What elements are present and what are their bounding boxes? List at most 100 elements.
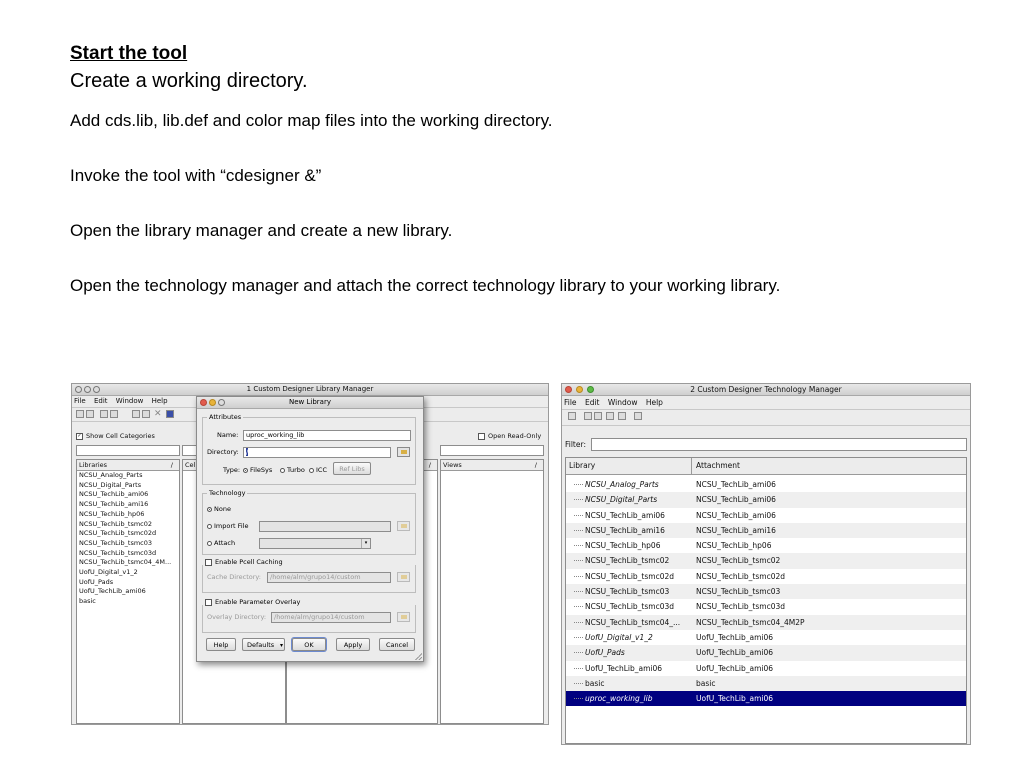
view-icon[interactable] — [166, 410, 174, 418]
save-icon[interactable] — [86, 410, 94, 418]
library-column-header[interactable]: Library — [569, 458, 595, 474]
type-filesys-radio[interactable]: FileSys — [243, 466, 272, 475]
directory-label: Directory: — [207, 448, 239, 456]
table-row[interactable]: UofU_Pads UofU_TechLib_ami06 — [566, 645, 966, 661]
menu-help[interactable]: Help — [646, 398, 663, 407]
list-item[interactable]: NCSU_TechLib_tsmc02d — [77, 529, 179, 539]
defaults-button[interactable]: Defaults ▾ — [242, 638, 285, 651]
list-item[interactable]: NCSU_TechLib_tsmc04_4M... — [77, 558, 179, 568]
table-row[interactable]: NCSU_Digital_Parts NCSU_TechLib_ami06 — [566, 492, 966, 508]
delete-icon[interactable]: ✕ — [154, 410, 162, 419]
list-item[interactable]: NCSU_TechLib_ami16 — [77, 500, 179, 510]
table-row[interactable]: NCSU_TechLib_tsmc02 NCSU_TechLib_tsmc02 — [566, 553, 966, 569]
list-item[interactable]: NCSU_TechLib_tsmc03 — [77, 539, 179, 549]
library-filter-input[interactable] — [76, 445, 180, 456]
name-input[interactable]: uproc_working_lib — [243, 430, 411, 441]
ok-button[interactable]: OK — [292, 638, 326, 651]
list-item[interactable]: NCSU_Digital_Parts — [77, 481, 179, 491]
tech-attach-radio[interactable]: Attach — [207, 539, 235, 548]
list-item[interactable]: NCSU_TechLib_hp06 — [77, 510, 179, 520]
minimize-icon[interactable] — [84, 386, 91, 393]
menu-help[interactable]: Help — [152, 397, 168, 405]
libraries-panel: Libraries / NCSU_Analog_Parts NCSU_Digital… — [76, 459, 180, 724]
menu-edit[interactable]: Edit — [585, 398, 600, 407]
views-header[interactable]: Views / — [441, 460, 543, 471]
type-turbo-radio[interactable]: Turbo — [280, 466, 305, 475]
cache-directory-input[interactable]: /home/alm/grupo14/custom — [267, 572, 391, 583]
close-icon[interactable] — [200, 399, 207, 406]
library-cell: NCSU_TechLib_tsmc03 — [585, 587, 670, 597]
open-read-only-checkbox[interactable]: Open Read-Only — [478, 432, 541, 441]
libraries-header[interactable]: Libraries / — [77, 460, 179, 471]
list-item[interactable]: UofU_TechLib_ami06 — [77, 587, 179, 597]
menu-window[interactable]: Window — [116, 397, 144, 405]
table-row[interactable]: uproc_working_lib UofU_TechLib_ami06 — [566, 691, 966, 707]
minimize-icon[interactable] — [209, 399, 216, 406]
list-item[interactable]: NCSU_TechLib_tsmc02 — [77, 520, 179, 530]
attach-select[interactable]: ▾ — [259, 538, 371, 549]
directory-input[interactable]: / — [243, 447, 391, 458]
overlay-folder-icon[interactable] — [397, 612, 410, 622]
maximize-icon[interactable] — [218, 399, 225, 406]
close-icon[interactable] — [565, 386, 572, 393]
list-item[interactable]: NCSU_TechLib_tsmc03d — [77, 549, 179, 559]
radio-selected-icon — [243, 467, 248, 473]
rename-icon[interactable] — [142, 410, 150, 418]
new-icon[interactable] — [76, 410, 84, 418]
paste-icon[interactable] — [594, 412, 602, 420]
list-item[interactable]: NCSU_TechLib_ami06 — [77, 490, 179, 500]
table-row[interactable]: UofU_TechLib_ami06 UofU_TechLib_ami06 — [566, 661, 966, 676]
filter-input[interactable] — [591, 438, 967, 451]
edit-icon[interactable] — [110, 410, 118, 418]
list-item[interactable]: UofU_Pads — [77, 578, 179, 588]
attachment-column-header[interactable]: Attachment — [696, 458, 740, 474]
minimize-icon[interactable] — [576, 386, 583, 393]
type-icc-radio[interactable]: ICC — [309, 466, 327, 475]
list-item[interactable]: NCSU_Analog_Parts — [77, 471, 179, 481]
copy-icon[interactable] — [132, 410, 140, 418]
info-icon[interactable] — [634, 412, 642, 420]
attach-icon[interactable] — [606, 412, 614, 420]
list-item[interactable]: basic — [77, 597, 179, 607]
open-icon[interactable] — [100, 410, 108, 418]
view-filter-input[interactable] — [440, 445, 544, 456]
help-button[interactable]: Help — [206, 638, 236, 651]
menu-edit[interactable]: Edit — [94, 397, 108, 405]
cache-folder-icon[interactable] — [397, 572, 410, 582]
table-row[interactable]: NCSU_TechLib_tsmc02d NCSU_TechLib_tsmc02d — [566, 569, 966, 584]
table-row[interactable]: NCSU_Analog_Parts NCSU_TechLib_ami06 — [566, 477, 966, 492]
save-icon[interactable] — [568, 412, 576, 420]
maximize-icon[interactable] — [93, 386, 100, 393]
import-folder-icon[interactable] — [397, 521, 410, 531]
browse-folder-icon[interactable] — [397, 447, 410, 457]
attachment-cell: UofU_TechLib_ami06 — [696, 694, 774, 704]
table-row[interactable]: NCSU_TechLib_ami16 NCSU_TechLib_ami16 — [566, 522, 966, 539]
table-row[interactable]: UofU_Digital_v1_2 UofU_TechLib_ami06 — [566, 630, 966, 645]
tech-none-radio[interactable]: None — [207, 505, 231, 514]
maximize-icon[interactable] — [587, 386, 594, 393]
table-row[interactable]: NCSU_TechLib_tsmc04_... NCSU_TechLib_tsmc… — [566, 614, 966, 630]
ref-libs-button[interactable]: Ref Libs — [333, 462, 371, 475]
defaults-label: Defaults — [247, 641, 275, 649]
list-item[interactable]: UofU_Digital_v1_2 — [77, 568, 179, 578]
tech-none-label: None — [214, 505, 231, 513]
menu-file[interactable]: File — [564, 398, 577, 407]
menu-window[interactable]: Window — [608, 398, 638, 407]
menu-file[interactable]: File — [74, 397, 86, 405]
apply-button[interactable]: Apply — [336, 638, 370, 651]
table-row[interactable]: NCSU_TechLib_hp06 NCSU_TechLib_hp06 — [566, 538, 966, 553]
cancel-button[interactable]: Cancel — [379, 638, 415, 651]
tech-import-radio[interactable]: Import File — [207, 522, 249, 531]
close-icon[interactable] — [75, 386, 82, 393]
show-cell-categories-checkbox[interactable]: ✓ Show Cell Categories — [76, 432, 155, 441]
resize-grip-icon[interactable] — [415, 653, 422, 660]
copy-icon[interactable] — [584, 412, 592, 420]
libraries-list: NCSU_Analog_Parts NCSU_Digital_Parts NCSU_… — [77, 471, 179, 607]
overlay-directory-input[interactable]: /home/alm/grupo14/custom — [271, 612, 391, 623]
table-row[interactable]: NCSU_TechLib_tsmc03 NCSU_TechLib_tsmc03 — [566, 584, 966, 600]
import-file-input[interactable] — [259, 521, 391, 532]
table-row[interactable]: NCSU_TechLib_ami06 NCSU_TechLib_ami06 — [566, 508, 966, 523]
table-row[interactable]: basic basic — [566, 675, 966, 692]
wand-icon[interactable] — [618, 412, 626, 420]
table-row[interactable]: NCSU_TechLib_tsmc03d NCSU_TechLib_tsmc03d — [566, 599, 966, 614]
